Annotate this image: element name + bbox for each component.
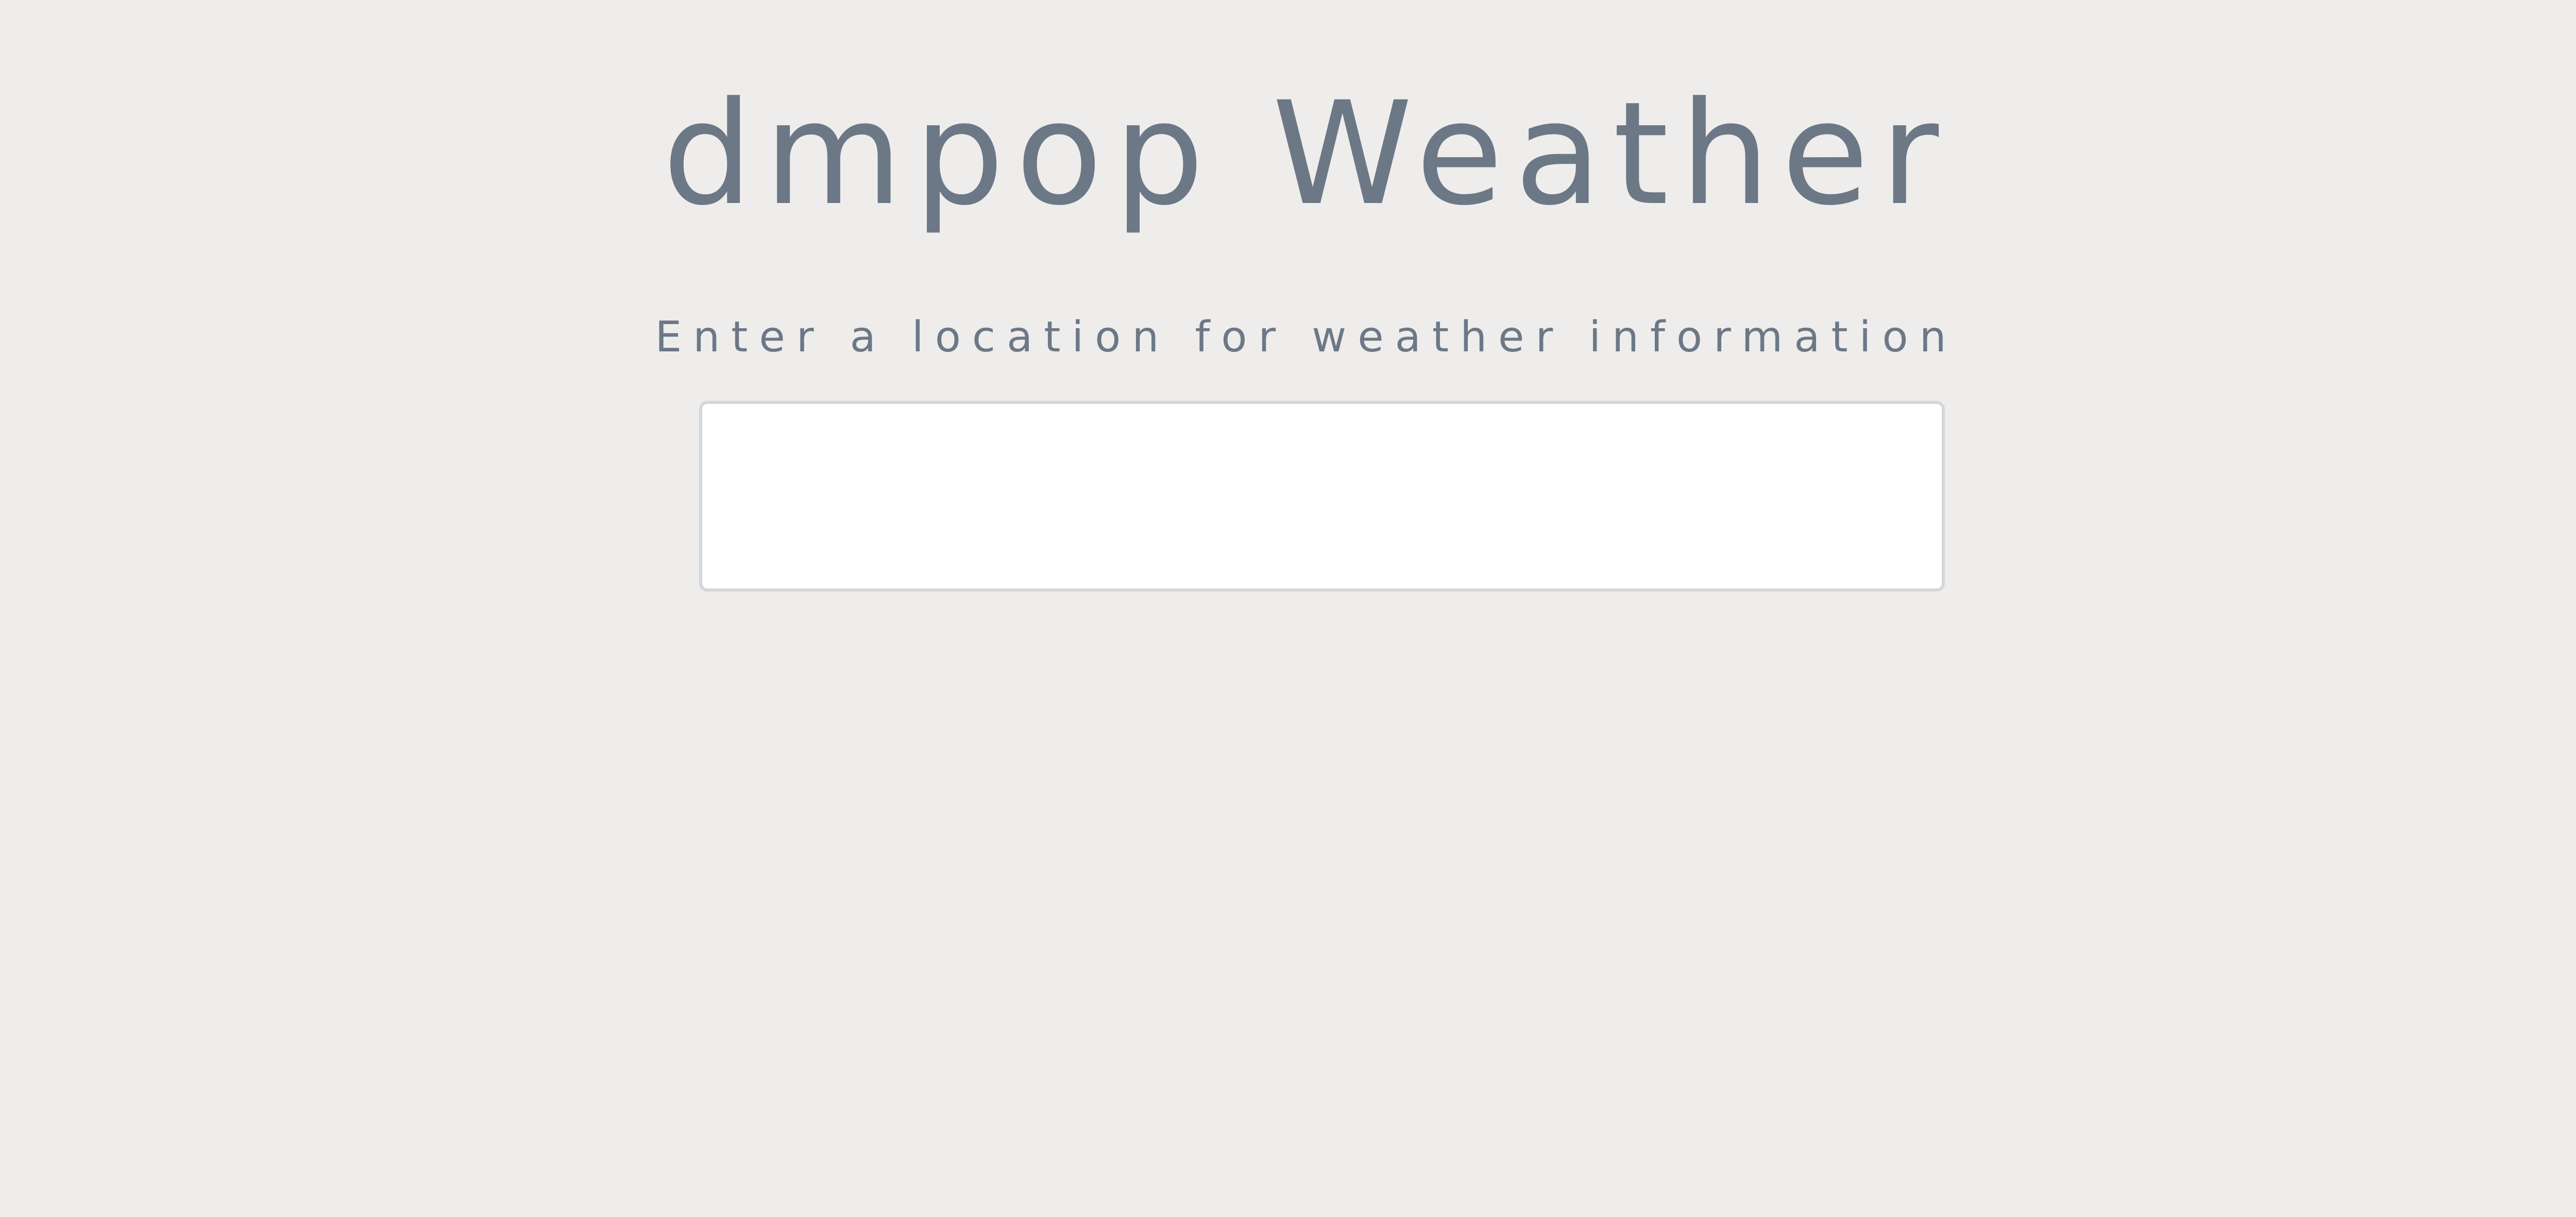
weather-page: dmpop Weather Enter a location for weath…	[0, 0, 2576, 1217]
location-prompt: Enter a location for weather information	[655, 313, 1958, 362]
page-title: dmpop Weather	[662, 72, 1951, 237]
location-input[interactable]	[699, 401, 1945, 591]
